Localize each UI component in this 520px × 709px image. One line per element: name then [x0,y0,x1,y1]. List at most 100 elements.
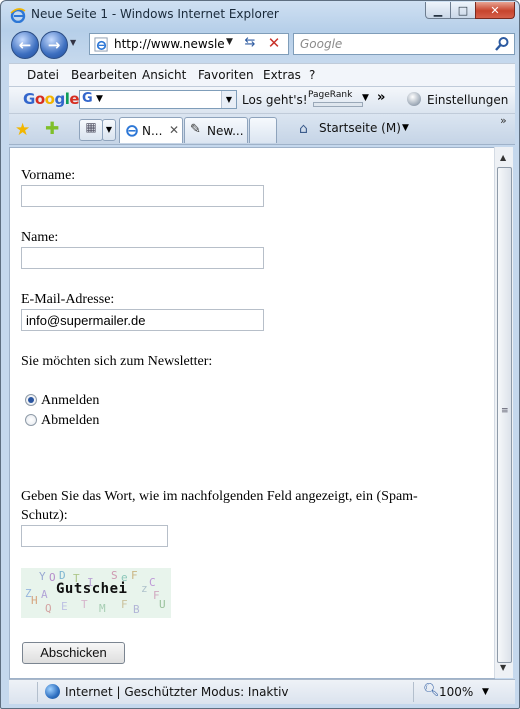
zoom-dropdown-icon[interactable]: ▼ [482,687,489,697]
menu-favoriten[interactable]: Favoriten [198,68,254,82]
ie-logo-icon [126,125,138,137]
svg-text:H: H [31,594,38,607]
minimize-button[interactable]: ▁ [425,2,451,19]
favorites-star-icon[interactable]: ★ [15,120,30,140]
scroll-thumb[interactable]: ≡ [497,167,512,663]
vorname-field[interactable] [21,185,264,207]
svg-text:Q: Q [45,602,52,615]
close-tab-icon[interactable]: ✕ [169,123,179,137]
svg-text:z: z [141,582,148,595]
recent-pages-dropdown-icon[interactable]: ▼ [70,38,76,47]
pagerank-label: PageRank [308,90,353,100]
stop-icon[interactable]: ✕ [264,34,284,52]
captcha-image: YOD TSe FCH ZAz FUE TMF BQI Gutschei [21,568,171,618]
radio-anmelden[interactable] [25,394,37,406]
menu-bearbeiten[interactable]: Bearbeiten [71,68,137,82]
title-bar[interactable]: Neue Seite 1 - Windows Internet Explorer… [1,1,519,29]
status-text[interactable]: Internet | Geschützter Modus: Inaktiv [65,685,289,699]
scroll-up-icon[interactable]: ▲ [500,153,506,162]
radio-anmelden-label[interactable]: Anmelden [41,393,99,409]
combo-dropdown-icon[interactable]: ▼ [221,91,236,108]
google-toolbar: Google G ▼ ▼ Los geht's! PageRank ▼ » Ei… [9,87,515,114]
menu-bar: Datei Bearbeiten Ansicht Favoriten Extra… [9,63,515,87]
svg-text:M: M [99,602,106,615]
menu-ansicht[interactable]: Ansicht [142,68,186,82]
page-icon [94,37,108,52]
scroll-down-icon[interactable]: ▼ [500,663,506,672]
vertical-scrollbar[interactable]: ▲ ≡ ▼ [494,147,513,678]
arrow-left-icon: ← [18,36,32,54]
vorname-label: Vorname: [21,168,76,183]
name-field[interactable] [21,247,264,269]
tab-active[interactable]: N... ✕ [119,117,183,143]
divider [37,682,38,702]
svg-text:F: F [121,598,128,611]
svg-text:A: A [41,588,48,601]
email-value: info@supermailer.de [26,313,146,328]
chevron-down-icon[interactable]: ▼ [96,94,103,104]
navigation-bar: ← → ▼ http://www.newsle ▼ ⇆ ✕ Google [1,29,519,63]
address-bar[interactable]: http://www.newsle ▼ ⇆ ✕ [89,33,289,55]
search-icon[interactable] [494,36,510,52]
svg-text:E: E [61,600,68,613]
google-search-button[interactable]: Los geht's! [242,93,308,107]
radio-abmelden-label[interactable]: Abmelden [41,413,99,429]
captcha-word: Gutschei [56,581,128,597]
search-input[interactable]: Google [300,37,342,51]
svg-text:T: T [81,598,88,611]
captcha-field[interactable] [21,525,168,547]
google-logo: Google [23,90,80,108]
tab-label: N... [142,124,163,138]
more-tools-button[interactable]: » [377,90,385,105]
quick-tabs-button[interactable]: ▦ [79,119,103,141]
newsletter-question: Sie möchten sich zum Newsletter: [21,354,213,369]
google-search-combo[interactable]: G ▼ ▼ [79,90,237,109]
toolbar-overflow-icon[interactable]: » [500,114,507,127]
home-dropdown-icon[interactable]: ▼ [402,123,409,133]
home-button[interactable]: Startseite (M) [319,121,401,135]
svg-text:F: F [131,569,138,582]
address-input[interactable]: http://www.newsle [114,37,226,51]
add-favorite-icon[interactable]: ✚ [45,119,59,139]
svg-text:Y: Y [39,570,46,583]
svg-text:B: B [133,603,140,616]
name-label: Name: [21,230,59,245]
tab-list-dropdown-icon[interactable]: ▼ [102,119,116,141]
menu-datei[interactable]: Datei [27,68,59,82]
grid-icon: ▦ [85,120,97,134]
search-box[interactable]: Google [293,33,515,55]
email-label: E-Mail-Adresse: [21,292,115,307]
tab-new[interactable]: ✎ New... [184,117,248,143]
grip-icon: ≡ [501,406,509,416]
menu-extras[interactable]: Extras [263,68,301,82]
ie-logo-icon [10,8,26,23]
google-g-icon[interactable]: G [82,91,93,106]
back-button[interactable]: ← [11,31,39,59]
pagerank-bar [313,102,363,107]
captcha-prompt-line1: Geben Sie das Wort, wie im nachfolgenden… [21,489,418,504]
menu-help[interactable]: ? [309,68,315,82]
pagerank-dropdown-icon[interactable]: ▼ [362,93,369,103]
forward-button[interactable]: → [40,31,68,59]
svg-text:U: U [159,598,166,611]
radio-abmelden[interactable] [25,414,37,426]
settings-button[interactable]: Einstellungen [427,93,508,107]
settings-icon[interactable] [407,92,421,106]
maximize-button[interactable]: □ [450,2,476,19]
new-page-icon: ✎ [190,122,201,137]
new-tab-button[interactable] [249,117,277,143]
email-field[interactable]: info@supermailer.de [21,309,264,331]
arrow-right-icon: → [47,36,61,54]
home-icon[interactable]: ⌂ [299,121,308,137]
zoom-level[interactable]: 100% [439,685,473,699]
address-dropdown-icon[interactable]: ▼ [226,37,233,47]
close-button[interactable]: ✕ [475,2,515,19]
submit-button[interactable]: Abschicken [22,642,125,664]
status-bar: Internet | Geschützter Modus: Inaktiv 🔍︎… [9,679,515,704]
svg-text:C: C [149,576,156,589]
zoom-icon[interactable]: 🔍︎ [423,683,440,698]
svg-text:O: O [49,571,56,584]
browser-window: Neue Seite 1 - Windows Internet Explorer… [0,0,520,709]
page-content: Vorname: Name: E-Mail-Adresse: info@supe… [9,147,495,679]
refresh-icon[interactable]: ⇆ [240,35,260,53]
